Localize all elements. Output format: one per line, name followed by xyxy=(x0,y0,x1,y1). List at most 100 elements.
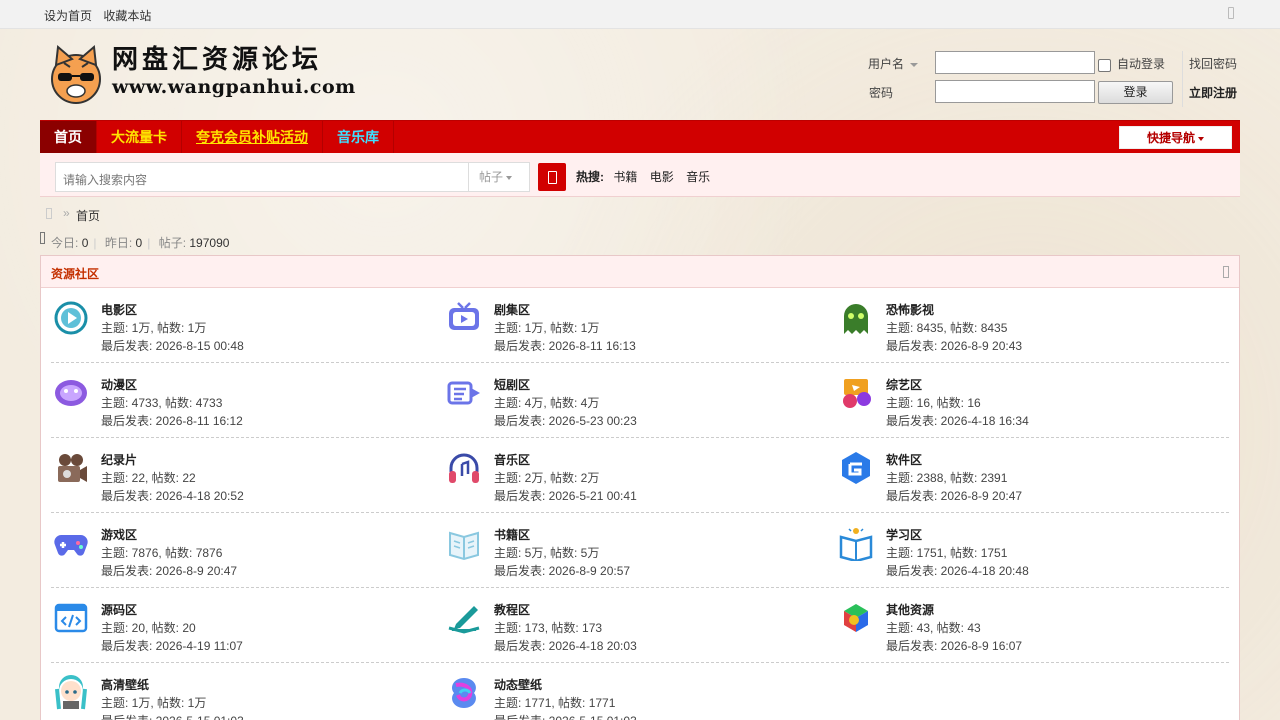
forum-last-post[interactable]: 最后发表: 2026-8-11 16:12 xyxy=(101,412,243,429)
forum-last-post[interactable]: 最后发表: 2026-4-18 20:52 xyxy=(101,487,244,504)
register-link[interactable]: 立即注册 xyxy=(1189,84,1237,101)
short-video-icon[interactable] xyxy=(446,375,482,411)
mobile-icon[interactable] xyxy=(1228,7,1234,19)
forum-counts: 主题: 7876, 帖数: 7876 xyxy=(101,546,223,560)
forum-counts: 主题: 1万, 帖数: 1万 xyxy=(494,321,600,335)
code-window-icon[interactable] xyxy=(53,600,89,636)
forum-last-post[interactable]: 最后发表: 2026-8-11 16:13 xyxy=(494,337,636,354)
password-label: 密码 xyxy=(869,86,894,100)
forum-last-post[interactable]: 最后发表: 2026-4-18 16:34 xyxy=(886,412,1029,429)
username-input[interactable] xyxy=(935,51,1095,74)
forum-row: 纪录片主题: 22, 帖数: 22 最后发表: 2026-4-18 20:52 音乐… xyxy=(51,438,1229,513)
breadcrumb-current[interactable]: 首页 xyxy=(76,207,100,224)
ghost-icon[interactable] xyxy=(838,300,874,336)
forum-counts: 主题: 4万, 帖数: 4万 xyxy=(494,396,600,410)
today-count: 0 xyxy=(81,236,89,250)
forum-item: 动态壁纸主题: 1771, 帖数: 1771 最后发表: 2026-5-15 01… xyxy=(444,663,837,720)
tv-icon[interactable] xyxy=(446,300,482,336)
forum-counts: 主题: 2万, 帖数: 2万 xyxy=(494,471,600,485)
forum-name[interactable]: 书籍区 xyxy=(494,526,530,543)
forum-name[interactable]: 高清壁纸 xyxy=(101,676,149,693)
forum-last-post[interactable]: 最后发表: 2026-8-9 20:43 xyxy=(886,337,1022,354)
forum-name[interactable]: 学习区 xyxy=(886,526,922,543)
forum-name[interactable]: 游戏区 xyxy=(101,526,137,543)
forum-last-post[interactable]: 最后发表: 2026-8-15 00:48 xyxy=(101,337,244,354)
camera-icon[interactable] xyxy=(53,450,89,486)
book-icon[interactable] xyxy=(446,525,482,561)
forum-row: 电影区 主题: 1万, 帖数: 1万 最后发表: 2026-8-15 00:48 剧集… xyxy=(51,288,1229,363)
nav-item-music-library[interactable]: 音乐库 xyxy=(323,121,394,153)
forum-item: 高清壁纸主题: 1万, 帖数: 1万最后发表: 2026-5-15 01:03 xyxy=(51,663,444,720)
forum-last-post[interactable]: 最后发表: 2026-8-9 20:57 xyxy=(494,562,630,579)
section-header: 资源社区 xyxy=(41,256,1239,288)
forum-last-post[interactable]: 最后发表: 2026-5-15 01:03 xyxy=(101,712,244,720)
forum-last-post[interactable]: 最后发表: 2026-5-23 00:23 xyxy=(494,412,637,429)
forum-name[interactable]: 恐怖影视 xyxy=(886,301,934,318)
yesterday-count: 0 xyxy=(135,236,143,250)
forum-name[interactable]: 剧集区 xyxy=(494,301,530,318)
gamepad-icon[interactable] xyxy=(53,525,89,561)
collapse-icon[interactable] xyxy=(1223,266,1229,278)
forum-last-post[interactable]: 最后发表: 2026-5-15 01:03 xyxy=(494,712,637,720)
forum-name[interactable]: 软件区 xyxy=(886,451,922,468)
nav-item-home[interactable]: 首页 xyxy=(40,121,97,153)
anime-icon[interactable] xyxy=(53,375,89,411)
forum-last-post[interactable]: 最后发表: 2026-8-9 20:47 xyxy=(886,487,1022,504)
forum-last-post[interactable]: 最后发表: 2026-4-18 20:48 xyxy=(886,562,1029,579)
auto-login-checkbox[interactable] xyxy=(1098,59,1111,72)
headphones-icon[interactable] xyxy=(446,450,482,486)
forum-last-post[interactable]: 最后发表: 2026-8-9 16:07 xyxy=(886,637,1022,654)
study-book-icon[interactable] xyxy=(838,525,874,561)
forum-last-post[interactable]: 最后发表: 2026-8-9 20:47 xyxy=(101,562,237,579)
home-icon[interactable] xyxy=(46,208,52,219)
forum-last-post[interactable]: 最后发表: 2026-4-18 20:03 xyxy=(494,637,637,654)
forum-name[interactable]: 动态壁纸 xyxy=(494,676,542,693)
nav-item-data-card[interactable]: 大流量卡 xyxy=(97,121,182,153)
hot-search-item[interactable]: 电影 xyxy=(650,170,674,184)
site-url: www.wangpanhui.com xyxy=(112,76,356,98)
forum-item: 电影区 主题: 1万, 帖数: 1万 最后发表: 2026-8-15 00:48 xyxy=(51,288,444,363)
forum-item: 恐怖影视 主题: 8435, 帖数: 8435 最后发表: 2026-8-9 20:… xyxy=(836,288,1229,363)
forum-grid: 电影区 主题: 1万, 帖数: 1万 最后发表: 2026-8-15 00:48 剧集… xyxy=(41,288,1239,720)
software-icon[interactable] xyxy=(838,450,874,486)
tutorial-pen-icon[interactable] xyxy=(446,600,482,636)
forum-name[interactable]: 教程区 xyxy=(494,601,530,618)
forum-last-post[interactable]: 最后发表: 2026-4-19 11:07 xyxy=(101,637,243,654)
chevron-down-icon xyxy=(506,175,513,180)
hot-search-item[interactable]: 书籍 xyxy=(613,170,637,184)
nav-item-quark-promo[interactable]: 夸克会员补贴活动 xyxy=(182,121,323,153)
forum-name[interactable]: 源码区 xyxy=(101,601,137,618)
search-button[interactable] xyxy=(538,163,566,191)
find-password-link[interactable]: 找回密码 xyxy=(1189,55,1237,72)
cat-logo-icon[interactable] xyxy=(44,43,108,107)
login-button[interactable]: 登录 xyxy=(1098,81,1173,104)
cube-icon[interactable] xyxy=(838,600,874,636)
variety-icon[interactable] xyxy=(838,375,874,411)
forum-last-post[interactable]: 最后发表: 2026-5-21 00:41 xyxy=(494,487,637,504)
forum-name[interactable]: 短剧区 xyxy=(494,376,530,393)
yesterday-label: 昨日: xyxy=(104,236,133,250)
bookmark-link[interactable]: 收藏本站 xyxy=(103,9,151,23)
site-logo-text[interactable]: 网盘汇资源论坛 www.wangpanhui.com xyxy=(112,45,356,99)
forum-item: 综艺区 主题: 16, 帖数: 16 最后发表: 2026-4-18 16:34 xyxy=(836,363,1229,438)
forum-section: 资源社区 电影区 主题: 1万, 帖数: 1万 最后发表: 2026-8-15 00… xyxy=(40,255,1240,720)
forum-name[interactable]: 音乐区 xyxy=(494,451,530,468)
set-home-link[interactable]: 设为首页 xyxy=(44,9,92,23)
quick-nav-button[interactable]: 快捷导航 xyxy=(1119,126,1232,149)
forum-counts: 主题: 1万, 帖数: 1万 xyxy=(101,696,207,710)
forum-counts: 主题: 22, 帖数: 22 xyxy=(101,471,196,485)
section-title[interactable]: 资源社区 xyxy=(51,265,99,282)
search-input[interactable]: 请输入搜索内容 帖子 xyxy=(55,162,530,192)
password-input[interactable] xyxy=(935,80,1095,103)
forum-name[interactable]: 电影区 xyxy=(101,301,137,318)
username-type-select[interactable]: 用户名 xyxy=(868,55,919,72)
forum-name[interactable]: 综艺区 xyxy=(886,376,922,393)
film-play-icon[interactable] xyxy=(53,300,89,336)
forum-name[interactable]: 纪录片 xyxy=(101,451,137,468)
forum-name[interactable]: 动漫区 xyxy=(101,376,137,393)
character-icon[interactable] xyxy=(53,675,89,711)
forum-name[interactable]: 其他资源 xyxy=(886,601,934,618)
search-type-select[interactable]: 帖子 xyxy=(468,163,529,191)
hot-search-item[interactable]: 音乐 xyxy=(686,170,710,184)
swirl-icon[interactable] xyxy=(446,675,482,711)
